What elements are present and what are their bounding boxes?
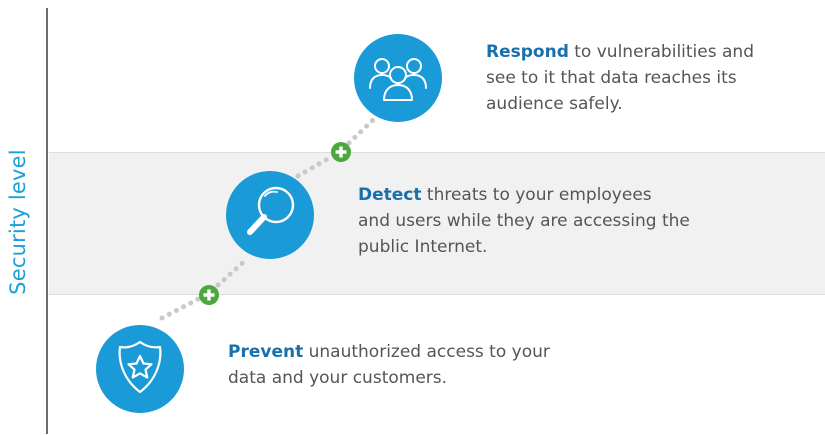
respond-step-circle (354, 34, 442, 122)
prevent-step-circle (96, 325, 184, 413)
connector-prevent-detect-upper (215, 256, 250, 288)
connector-prevent-detect-lower (159, 295, 203, 321)
prevent-text-line-2: data and your customers. (228, 368, 448, 388)
detect-text-line-2: and users while they are accessing the (358, 211, 690, 231)
respond-text-line-2: see to it that data reaches its (486, 68, 737, 88)
detect-text-line-1: threats to your employees (421, 185, 652, 205)
detect-text-line-3: public Internet. (358, 237, 488, 257)
respond-description: Respond to vulnerabilities and see to it … (486, 39, 786, 117)
connector-detect-respond-lower (288, 154, 334, 183)
respond-text-line-1: to vulnerabilities and (568, 42, 754, 62)
detect-step-circle (226, 171, 314, 259)
security-diagram: Security level Respond to vulnerabilitie… (0, 0, 825, 435)
prevent-description: Prevent unauthorized access to your data … (228, 339, 588, 391)
plus-icon (199, 285, 219, 305)
prevent-keyword: Prevent (228, 342, 304, 362)
prevent-text-line-1: unauthorized access to your (303, 342, 550, 362)
plus-icon (331, 142, 351, 162)
detect-description: Detect threats to your employees and user… (358, 182, 738, 260)
respond-text-line-3: audience safely. (486, 94, 623, 114)
respond-keyword: Respond (486, 42, 569, 62)
connector-detect-respond-upper (346, 115, 378, 146)
detect-keyword: Detect (358, 185, 422, 205)
